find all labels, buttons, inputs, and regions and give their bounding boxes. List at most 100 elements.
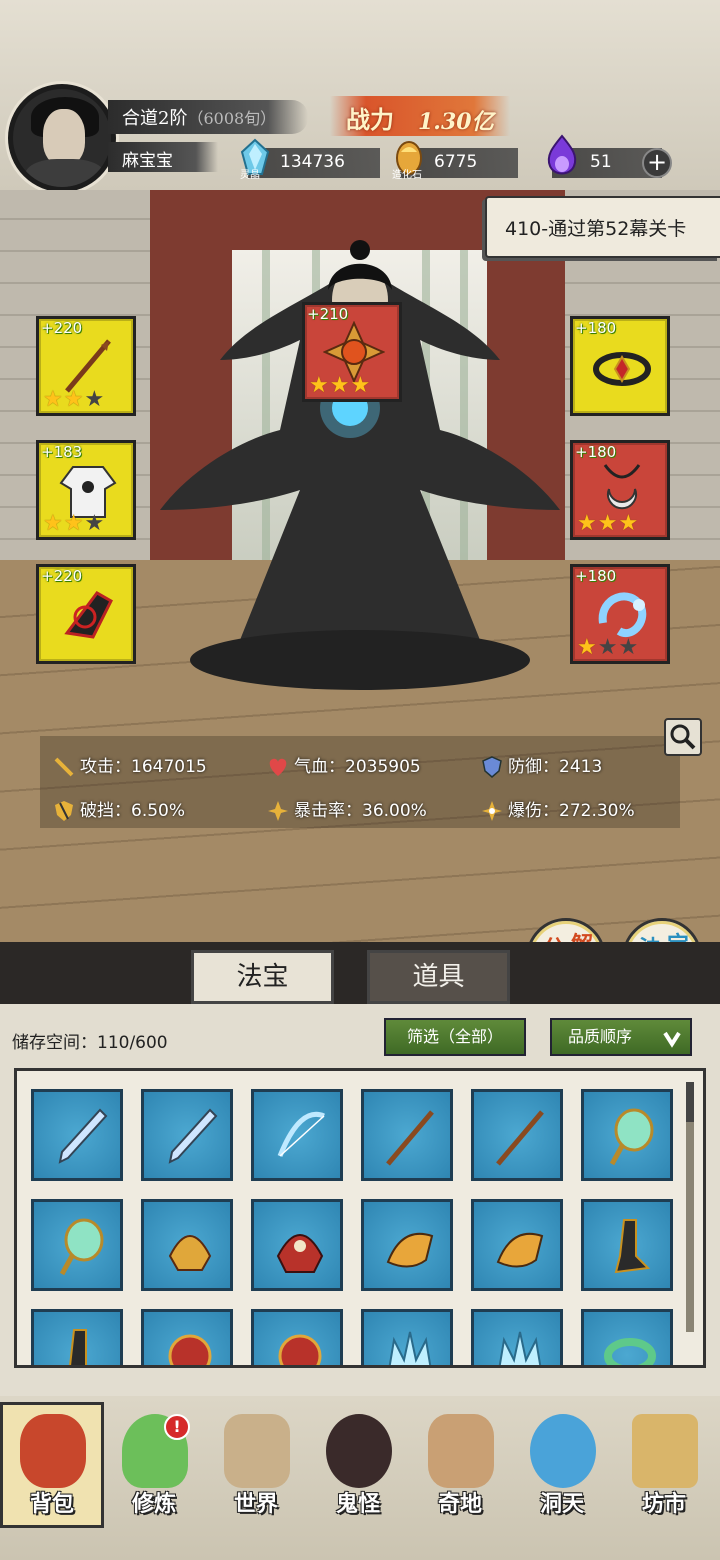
item-slot[interactable]: [361, 1309, 453, 1365]
avatar[interactable]: [8, 84, 116, 192]
bag-icon: [20, 1414, 86, 1488]
equip-slot-weapon[interactable]: +220 ★★★: [36, 316, 136, 416]
item-slot[interactable]: [361, 1089, 453, 1181]
tab-items[interactable]: 道具: [367, 950, 510, 1004]
combat-power-value: 1.30亿: [418, 109, 494, 135]
star-rating: ★★★: [577, 511, 640, 536]
lion-armor-icon: [278, 1334, 322, 1365]
dark-boot-icon: [614, 1219, 651, 1274]
resource-caption: 灵晶: [240, 170, 260, 181]
world-scroll-icon: [224, 1414, 290, 1488]
sword-icon: [54, 757, 74, 777]
nav-label: 修炼: [131, 1491, 176, 1517]
nav-label: 世界: [233, 1491, 278, 1517]
tab-bar: [0, 942, 720, 1004]
resource-value-creation: 6775: [434, 152, 478, 172]
equip-slot-bracelet[interactable]: +180 ★★★: [570, 564, 670, 664]
star-rating: ★★★: [43, 387, 106, 412]
stat-hp-text: 气血：2035905: [294, 757, 421, 777]
frost-bow-icon: [277, 1112, 325, 1157]
heart-icon: [269, 758, 287, 776]
stat-hp: 气血：2035905: [266, 752, 421, 779]
resource-value-spirit: 134736: [280, 152, 345, 172]
nav-label: 背包: [29, 1491, 74, 1517]
cave-heaven-icon: [530, 1414, 596, 1488]
shield-icon: [482, 756, 502, 778]
item-slot[interactable]: [581, 1309, 673, 1365]
notification-badge: !: [164, 1414, 190, 1440]
nav-label: 坊市: [641, 1491, 686, 1517]
stat-attack-text: 攻击：1647015: [80, 757, 207, 777]
storage-capacity: 储存空间：110/600: [12, 1033, 168, 1053]
star-rating: ★★★: [309, 373, 372, 398]
equip-slot-amulet[interactable]: +180 ★★★: [570, 440, 670, 540]
stat-crit-damage: 爆伤：272.30%: [480, 796, 635, 823]
nav-cultivation[interactable]: 修炼: [104, 1400, 204, 1530]
resource-caption: 造化石: [392, 170, 422, 181]
ice-sword-icon: [58, 1108, 108, 1164]
item-slot[interactable]: [581, 1089, 673, 1181]
stat-break-text: 破挡：6.50%: [80, 801, 186, 821]
jade-mirror-icon: [609, 1108, 654, 1166]
item-slot[interactable]: [581, 1199, 673, 1291]
stat-defense: 防御：2413: [480, 752, 602, 779]
tab-artifacts[interactable]: 法宝: [191, 950, 334, 1004]
item-slot[interactable]: [471, 1309, 563, 1365]
dark-boot-icon: [69, 1329, 87, 1365]
equip-slot-boots[interactable]: +220: [36, 564, 136, 664]
item-slot[interactable]: [251, 1309, 343, 1365]
add-resource-button[interactable]: +: [642, 148, 672, 178]
demon-egg-icon: [326, 1414, 392, 1488]
equip-slot-armor[interactable]: +183 ★★★: [36, 440, 136, 540]
nav-market[interactable]: 坊市: [614, 1400, 714, 1530]
item-slot[interactable]: [31, 1089, 123, 1181]
stat-attack: 攻击：1647015: [52, 752, 207, 779]
item-slot[interactable]: [141, 1089, 233, 1181]
resource-value-flame: 51: [590, 152, 612, 172]
spear-icon: [496, 1110, 544, 1166]
cultivation-rank: 合道2阶（6008旬）: [122, 108, 277, 129]
item-slot[interactable]: [471, 1089, 563, 1181]
nav-label: 洞天: [539, 1491, 584, 1517]
chevron-down-icon: [663, 1031, 681, 1048]
nav-bag[interactable]: 背包: [2, 1400, 102, 1530]
grid-scrollbar-thumb[interactable]: [686, 1082, 694, 1122]
ice-sword-icon: [168, 1108, 218, 1164]
stat-crit-rate-text: 暴击率：36.00%: [294, 801, 427, 821]
jade-ring-icon: [604, 1338, 656, 1365]
item-slot[interactable]: [251, 1089, 343, 1181]
lion-armor-icon: [168, 1334, 212, 1365]
stat-break: 破挡：6.50%: [52, 796, 185, 823]
equip-slot-headband[interactable]: +180: [570, 316, 670, 416]
item-slot[interactable]: [141, 1199, 233, 1291]
spear-icon: [386, 1110, 434, 1166]
nav-cave-heaven[interactable]: 洞天: [512, 1400, 612, 1530]
star-rating: ★★★: [43, 511, 106, 536]
inspect-button[interactable]: [664, 718, 702, 756]
stat-defense-text: 防御：2413: [508, 757, 603, 777]
winged-boot-icon: [496, 1232, 544, 1268]
nav-world[interactable]: 世界: [206, 1400, 306, 1530]
item-slot[interactable]: [141, 1309, 233, 1365]
winged-boot-icon: [386, 1232, 434, 1268]
sort-dropdown[interactable]: 品质顺序: [550, 1018, 692, 1056]
item-slot[interactable]: [31, 1309, 123, 1365]
nav-mystic-land[interactable]: 奇地: [410, 1400, 510, 1530]
equip-slot-core[interactable]: +210 ★★★: [302, 302, 402, 402]
golden-helmet-icon: [168, 1235, 212, 1271]
nav-label: 鬼怪: [335, 1491, 380, 1517]
jade-mirror-icon: [59, 1218, 104, 1276]
beast-helmet-icon: [276, 1234, 324, 1273]
crystal-crown-icon: [388, 1331, 432, 1365]
item-grid: [14, 1068, 706, 1368]
item-slot[interactable]: [31, 1199, 123, 1291]
star-rating: ★★★: [577, 635, 640, 660]
filter-button[interactable]: 筛选（全部）: [384, 1018, 526, 1056]
item-slot[interactable]: [251, 1199, 343, 1291]
item-slot[interactable]: [471, 1199, 563, 1291]
nav-demons[interactable]: 鬼怪: [308, 1400, 408, 1530]
mystic-land-icon: [428, 1414, 494, 1488]
stat-crit-damage-text: 爆伤：272.30%: [508, 801, 635, 821]
item-slot[interactable]: [361, 1199, 453, 1291]
purple-flame-icon: [547, 134, 577, 175]
